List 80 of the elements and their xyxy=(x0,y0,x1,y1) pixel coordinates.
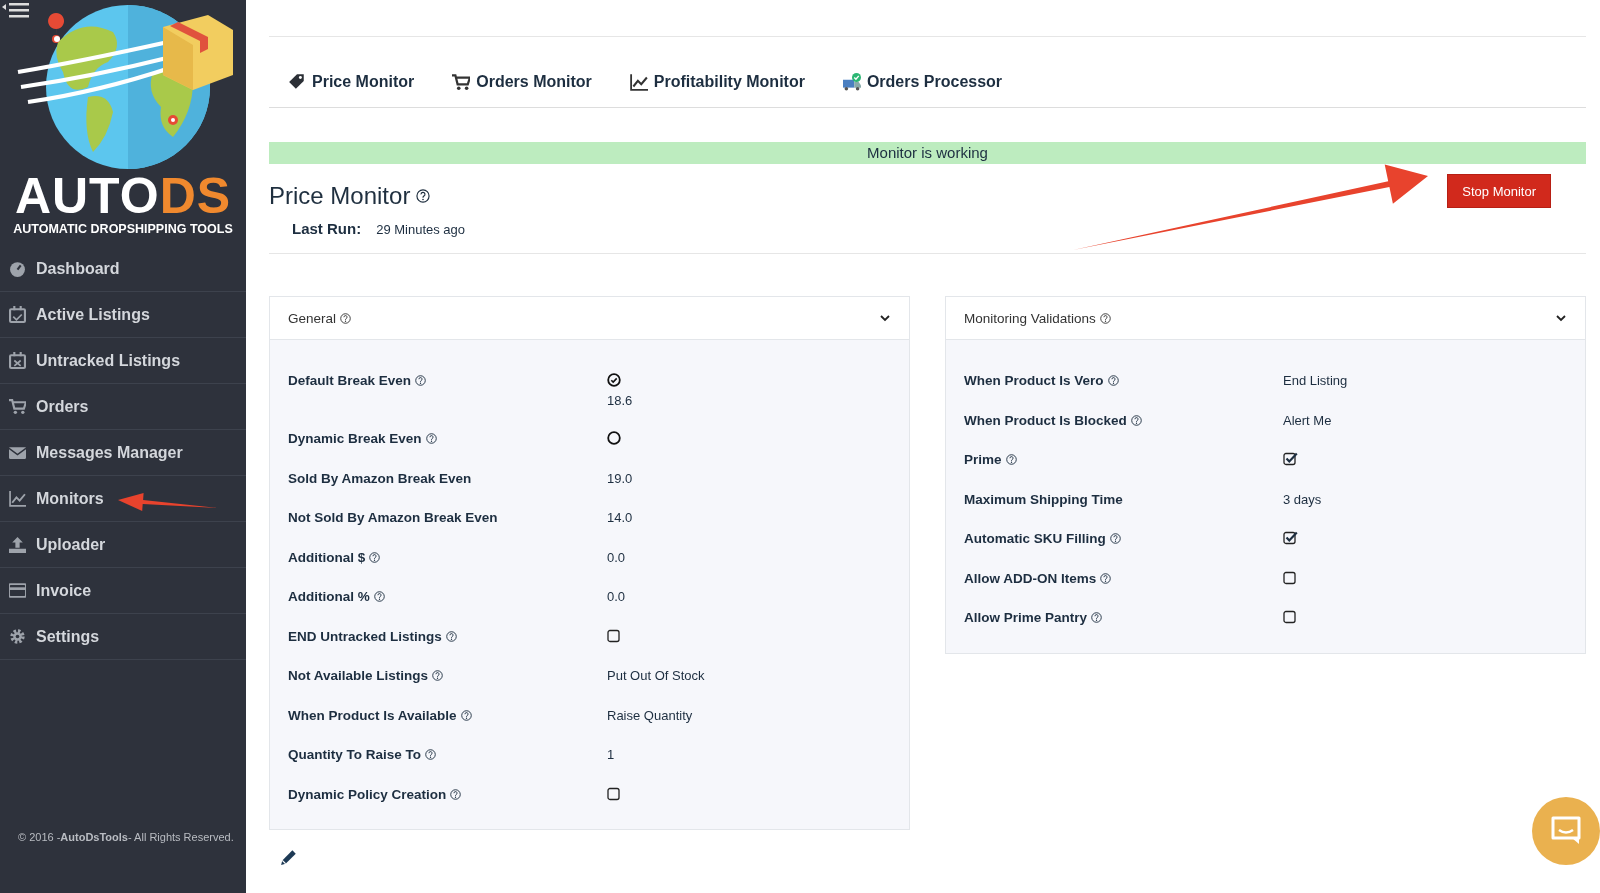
setting-value: 14.0 xyxy=(607,510,634,525)
setting-label: When Product Is Vero xyxy=(964,373,1104,388)
logo-tagline: AUTOMATIC DROPSHIPPING TOOLS xyxy=(13,222,233,236)
setting-label: Dynamic Policy Creation xyxy=(288,786,447,802)
card-header[interactable]: Monitoring Validations xyxy=(946,297,1585,340)
monitor-tab[interactable]: Profitability Monitor xyxy=(629,70,805,93)
cart-icon xyxy=(9,398,26,415)
checkbox[interactable] xyxy=(607,786,622,801)
chevron-down-icon[interactable] xyxy=(1555,314,1567,322)
chart-icon xyxy=(629,72,648,91)
sidebar-item[interactable]: Orders xyxy=(0,384,246,430)
sidebar-item[interactable]: Dashboard xyxy=(0,246,246,292)
checkbox[interactable] xyxy=(1283,570,1298,585)
setting-value: 0.0 xyxy=(607,589,627,604)
monitor-tab[interactable]: Orders Processor xyxy=(842,70,1003,93)
setting-label: Automatic SKU Filling xyxy=(964,531,1106,546)
checkbox[interactable] xyxy=(1283,610,1298,624)
setting-label: Not Available Listings xyxy=(288,668,429,683)
pencil-icon[interactable] xyxy=(280,848,298,866)
help-icon xyxy=(416,189,431,203)
setting-label: Default Break Even xyxy=(288,373,412,388)
setting-label: Maximum Shipping Time xyxy=(964,491,1123,507)
setting-value: 0.0 xyxy=(607,549,627,565)
setting-value: Raise Quantity xyxy=(607,707,694,723)
setting-label: Allow ADD-ON Items xyxy=(964,570,1097,586)
setting-label: Prime xyxy=(964,452,1002,467)
card-header[interactable]: General xyxy=(270,297,909,340)
setting-value: 1 xyxy=(607,747,616,762)
setting-value: Alert Me xyxy=(1283,412,1333,428)
logo-wordmark: AUTODS xyxy=(14,172,232,220)
setting-label: Additional % xyxy=(288,589,370,604)
setting-label: END Untracked Listings xyxy=(288,628,442,644)
cart-icon xyxy=(452,72,471,91)
monitor-tab[interactable]: Orders Monitor xyxy=(452,70,592,93)
sidebar-item[interactable]: Uploader xyxy=(0,522,246,568)
radio-button[interactable] xyxy=(607,431,621,445)
setting-value: Put Out Of Stock xyxy=(607,668,706,683)
envelope-icon xyxy=(9,444,26,461)
monitor-tab[interactable]: Price Monitor xyxy=(288,70,415,93)
chart-icon xyxy=(9,490,26,507)
setting-label: Sold By Amazon Break Even xyxy=(288,470,472,486)
setting-value: End Listing xyxy=(1283,373,1349,388)
sidebar-item[interactable]: Active Listings xyxy=(0,292,246,338)
help-icon xyxy=(1099,312,1111,324)
chevron-down-icon[interactable] xyxy=(879,314,891,322)
setting-label: Dynamic Break Even xyxy=(288,431,422,446)
page-title: Price Monitor xyxy=(269,182,411,210)
setting-value: 18.6 xyxy=(607,393,634,408)
help-icon xyxy=(340,312,352,324)
calendar-check-icon xyxy=(9,306,26,323)
status-banner: Monitor is working xyxy=(269,142,1586,164)
sidebar-item[interactable]: Messages Manager xyxy=(0,430,246,476)
setting-label: When Product Is Available xyxy=(288,707,457,723)
setting-label: Allow Prime Pantry xyxy=(964,610,1088,625)
checkbox[interactable] xyxy=(1283,531,1298,545)
dashboard-icon xyxy=(9,260,26,277)
setting-label: When Product Is Blocked xyxy=(964,412,1127,428)
setting-label: Additional $ xyxy=(288,549,366,565)
sidebar-item[interactable]: Invoice xyxy=(0,568,246,614)
chat-icon xyxy=(1550,816,1582,846)
setting-value: 3 days xyxy=(1283,491,1323,507)
last-run-value: 29 Minutes ago xyxy=(376,222,466,237)
last-run-label: Last Run: xyxy=(292,220,362,237)
gear-icon xyxy=(9,628,26,645)
calendar-x-icon xyxy=(9,352,26,369)
tag-icon xyxy=(288,72,306,91)
setting-label: Not Sold By Amazon Break Even xyxy=(288,510,498,525)
copyright-text: © 2016 -AutoDsTools- All Rights Reserved. xyxy=(17,831,235,845)
card-icon xyxy=(9,582,26,599)
checkbox[interactable] xyxy=(607,628,622,643)
upload-icon xyxy=(9,536,26,553)
checkbox[interactable] xyxy=(1283,452,1298,466)
setting-value: 19.0 xyxy=(607,470,634,486)
stop-monitor-button[interactable]: Stop Monitor xyxy=(1447,174,1551,208)
sidebar-item[interactable]: Untracked Listings xyxy=(0,338,246,384)
radio-button[interactable] xyxy=(607,373,621,387)
sidebar-item[interactable]: Settings xyxy=(0,614,246,660)
menu-icon[interactable] xyxy=(2,2,30,20)
truck-icon xyxy=(842,72,861,91)
setting-label: Quantity To Raise To xyxy=(288,747,421,762)
